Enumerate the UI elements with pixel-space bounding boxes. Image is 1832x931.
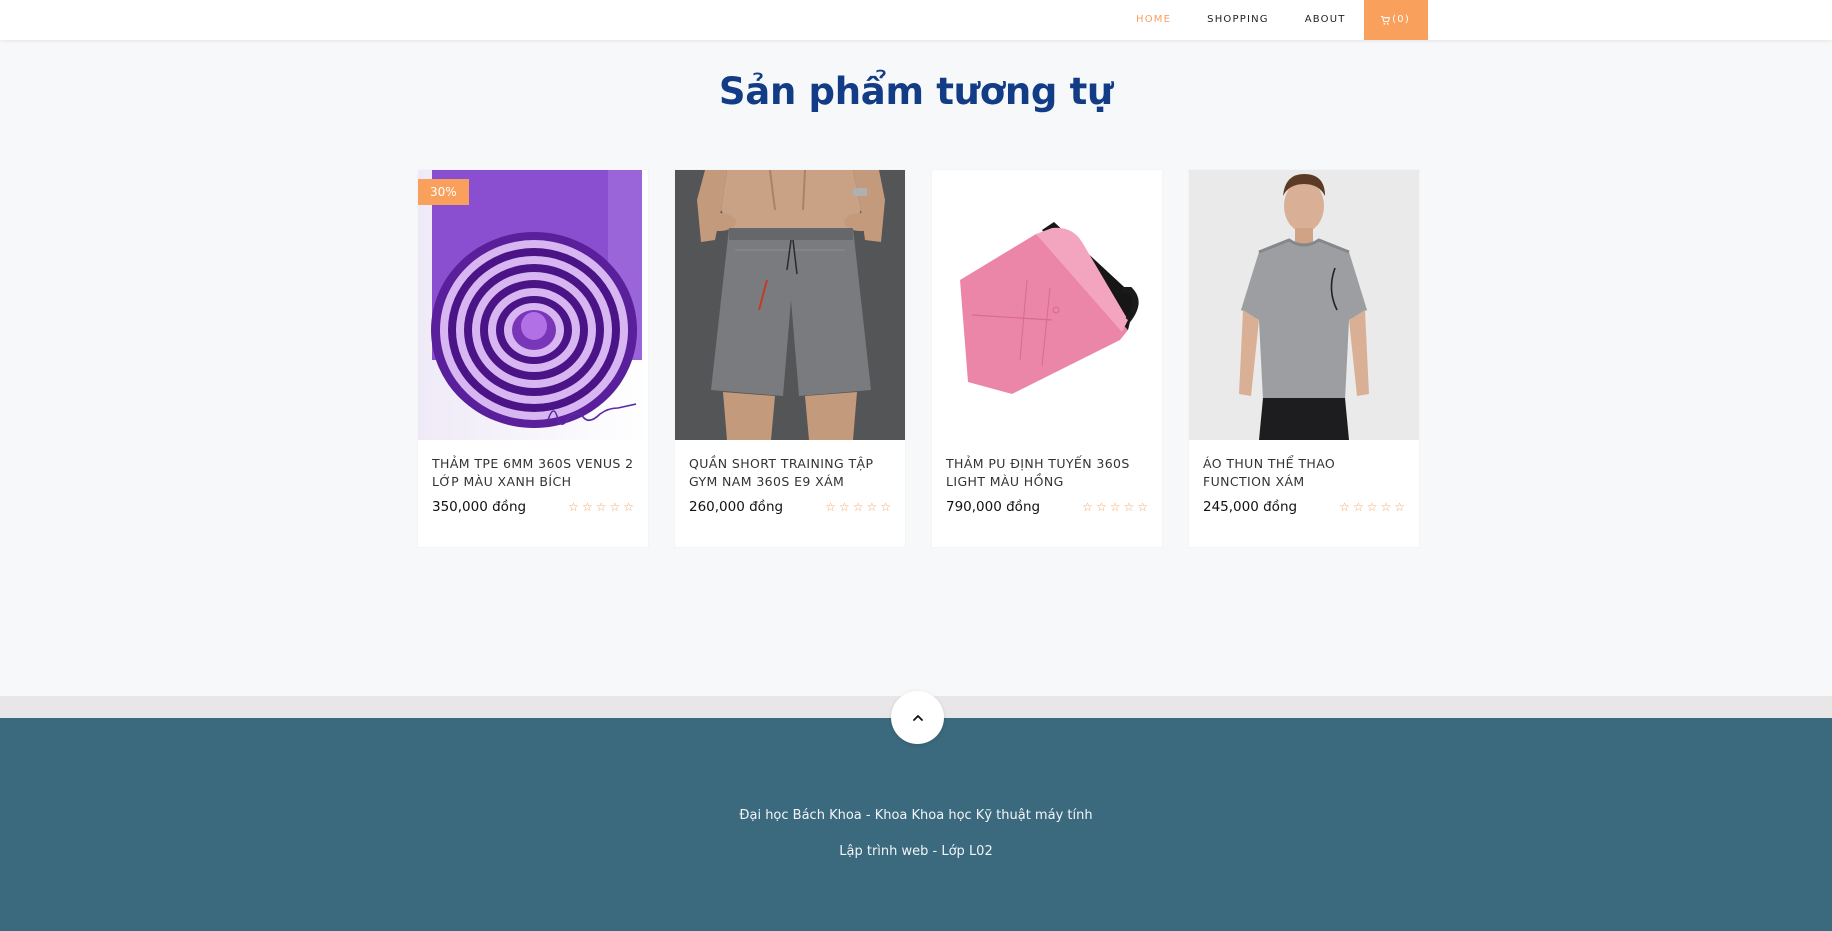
star-icon: ☆ bbox=[1123, 500, 1135, 514]
product-image-yoga-mat-purple[interactable]: 30% bbox=[418, 170, 648, 440]
product-meta: 790,000 đồng ☆ ☆ ☆ ☆ ☆ bbox=[946, 499, 1148, 515]
star-icon: ☆ bbox=[825, 500, 836, 514]
star-icon: ☆ bbox=[581, 500, 593, 514]
product-name[interactable]: ÁO THUN THỂ THAO FUNCTION XÁM bbox=[1203, 455, 1405, 491]
site-footer: Đại học Bách Khoa - Khoa Khoa học Kỹ thu… bbox=[0, 718, 1832, 931]
rating-stars: ☆ ☆ ☆ ☆ ☆ bbox=[825, 501, 891, 513]
product-image-grey-tshirt[interactable] bbox=[1189, 170, 1419, 440]
footer-course: Lập trình web - Lớp L02 bbox=[839, 844, 993, 859]
cart-count: (0) bbox=[1392, 14, 1410, 25]
cart-icon bbox=[1381, 15, 1391, 25]
product-image-yoga-mat-pink[interactable] bbox=[932, 170, 1162, 440]
star-icon: ☆ bbox=[1380, 500, 1392, 514]
product-price: 260,000 đồng bbox=[689, 499, 784, 515]
discount-badge: 30% bbox=[418, 179, 469, 205]
product-grid: 30% THẢM TPE 6MM 360S VENUS 2 LỚP MÀU XA… bbox=[418, 170, 1419, 547]
star-icon: ☆ bbox=[609, 500, 621, 514]
product-name[interactable]: QUẦN SHORT TRAINING TẬP GYM NAM 360S E9 … bbox=[689, 455, 891, 491]
star-icon: ☆ bbox=[880, 500, 891, 514]
star-icon: ☆ bbox=[1352, 500, 1364, 514]
product-price: 350,000 đồng bbox=[432, 499, 527, 515]
top-navbar: HOME SHOPPING ABOUT (0) bbox=[0, 0, 1832, 40]
star-icon: ☆ bbox=[1109, 500, 1121, 514]
nav-shopping-link[interactable]: SHOPPING bbox=[1189, 0, 1287, 40]
product-meta: 350,000 đồng ☆ ☆ ☆ ☆ ☆ bbox=[432, 499, 634, 515]
cart-button[interactable]: (0) bbox=[1363, 0, 1428, 40]
product-price: 790,000 đồng bbox=[946, 499, 1041, 515]
star-icon: ☆ bbox=[1339, 500, 1350, 514]
product-price: 245,000 đồng bbox=[1203, 499, 1298, 515]
product-card[interactable]: QUẦN SHORT TRAINING TẬP GYM NAM 360S E9 … bbox=[675, 170, 905, 547]
product-meta: 245,000 đồng ☆ ☆ ☆ ☆ ☆ bbox=[1203, 499, 1405, 515]
product-card[interactable]: 30% THẢM TPE 6MM 360S VENUS 2 LỚP MÀU XA… bbox=[418, 170, 648, 547]
product-image-gym-shorts[interactable] bbox=[675, 170, 905, 440]
star-icon: ☆ bbox=[838, 500, 850, 514]
rating-stars: ☆ ☆ ☆ ☆ ☆ bbox=[1339, 501, 1405, 513]
section-title: Sản phẩm tương tự bbox=[718, 70, 1114, 113]
product-card[interactable]: THẢM PU ĐỊNH TUYẾN 360S LIGHT MÀU HỒNG 7… bbox=[932, 170, 1162, 547]
star-icon: ☆ bbox=[1394, 500, 1405, 514]
star-icon: ☆ bbox=[866, 500, 878, 514]
chevron-up-icon bbox=[912, 714, 923, 721]
star-icon: ☆ bbox=[595, 500, 607, 514]
star-icon: ☆ bbox=[1095, 500, 1107, 514]
star-icon: ☆ bbox=[1137, 500, 1148, 514]
star-icon: ☆ bbox=[852, 500, 864, 514]
star-icon: ☆ bbox=[623, 500, 634, 514]
product-meta: 260,000 đồng ☆ ☆ ☆ ☆ ☆ bbox=[689, 499, 891, 515]
product-name[interactable]: THẢM TPE 6MM 360S VENUS 2 LỚP MÀU XANH B… bbox=[432, 455, 634, 491]
product-name[interactable]: THẢM PU ĐỊNH TUYẾN 360S LIGHT MÀU HỒNG bbox=[946, 455, 1148, 491]
nav-home-link[interactable]: HOME bbox=[1118, 0, 1189, 40]
main-nav: HOME SHOPPING ABOUT (0) bbox=[1118, 0, 1428, 40]
star-icon: ☆ bbox=[568, 500, 579, 514]
star-icon: ☆ bbox=[1082, 500, 1093, 514]
rating-stars: ☆ ☆ ☆ ☆ ☆ bbox=[1082, 501, 1148, 513]
back-to-top-button[interactable] bbox=[891, 691, 944, 744]
footer-university: Đại học Bách Khoa - Khoa Khoa học Kỹ thu… bbox=[739, 808, 1093, 823]
star-icon: ☆ bbox=[1366, 500, 1378, 514]
product-card[interactable]: ÁO THUN THỂ THAO FUNCTION XÁM 245,000 đồ… bbox=[1189, 170, 1419, 547]
rating-stars: ☆ ☆ ☆ ☆ ☆ bbox=[568, 501, 634, 513]
nav-about-link[interactable]: ABOUT bbox=[1287, 0, 1364, 40]
